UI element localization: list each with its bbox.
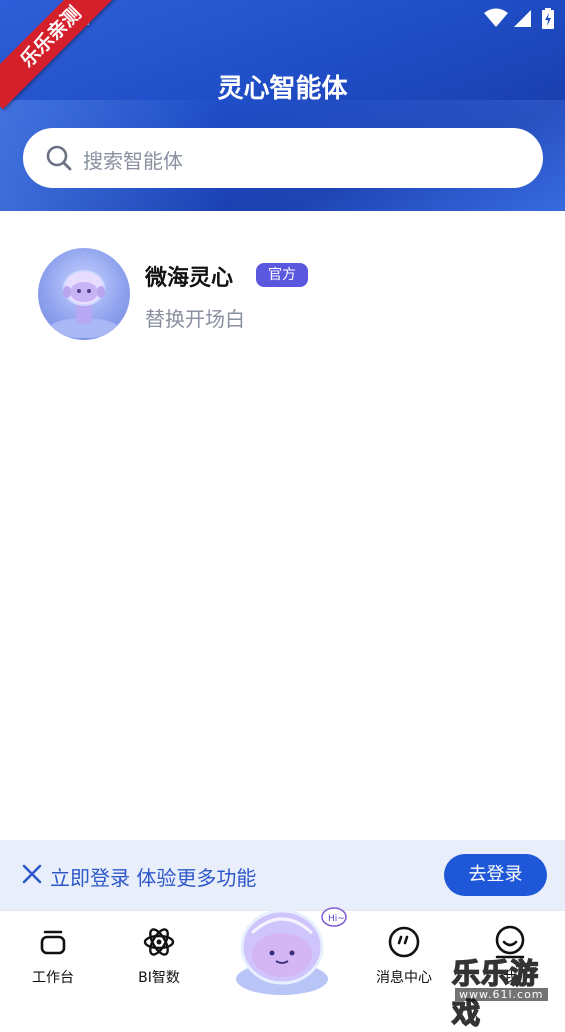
- robot-mascot-icon: Hi~: [236, 907, 347, 995]
- agent-list-item[interactable]: 微海灵心 官方 替换开场白: [38, 248, 538, 340]
- tab-label: 工作台: [32, 970, 74, 986]
- signal-icon: [514, 10, 531, 27]
- wifi-icon: [484, 8, 508, 27]
- message-center-icon: [388, 926, 420, 958]
- agent-name: 微海灵心: [145, 266, 234, 291]
- header: 乐乐亲测 灵心智能体 搜索智能体: [0, 0, 565, 211]
- page-title: 灵心智能体: [217, 74, 348, 104]
- watermark-url: www.61l.com: [455, 988, 548, 1001]
- search-input[interactable]: 搜索智能体: [23, 128, 543, 188]
- search-placeholder: 搜索智能体: [83, 149, 183, 173]
- official-badge: 官方: [256, 263, 308, 287]
- tab-assistant[interactable]: Hi~: [232, 897, 347, 997]
- workbench-icon: [40, 930, 66, 955]
- search-icon: [46, 145, 72, 171]
- tab-workbench[interactable]: 工作台: [3, 911, 103, 1005]
- login-prompt-text: 立即登录 体验更多功能: [50, 866, 257, 890]
- tab-label: 消息中心: [376, 970, 432, 986]
- tab-label: BI智数: [138, 970, 180, 986]
- atom-icon: [143, 928, 175, 956]
- tab-bi[interactable]: BI智数: [109, 911, 209, 1005]
- close-icon[interactable]: [22, 864, 42, 884]
- login-button[interactable]: 去登录: [444, 854, 547, 896]
- robot-avatar-icon: [50, 270, 118, 338]
- battery-icon: [542, 8, 554, 29]
- tab-messages[interactable]: 消息中心: [354, 911, 454, 1005]
- agent-description: 替换开场白: [145, 307, 245, 331]
- agent-avatar: [38, 248, 130, 340]
- mascot-bubble-text: Hi~: [328, 914, 345, 924]
